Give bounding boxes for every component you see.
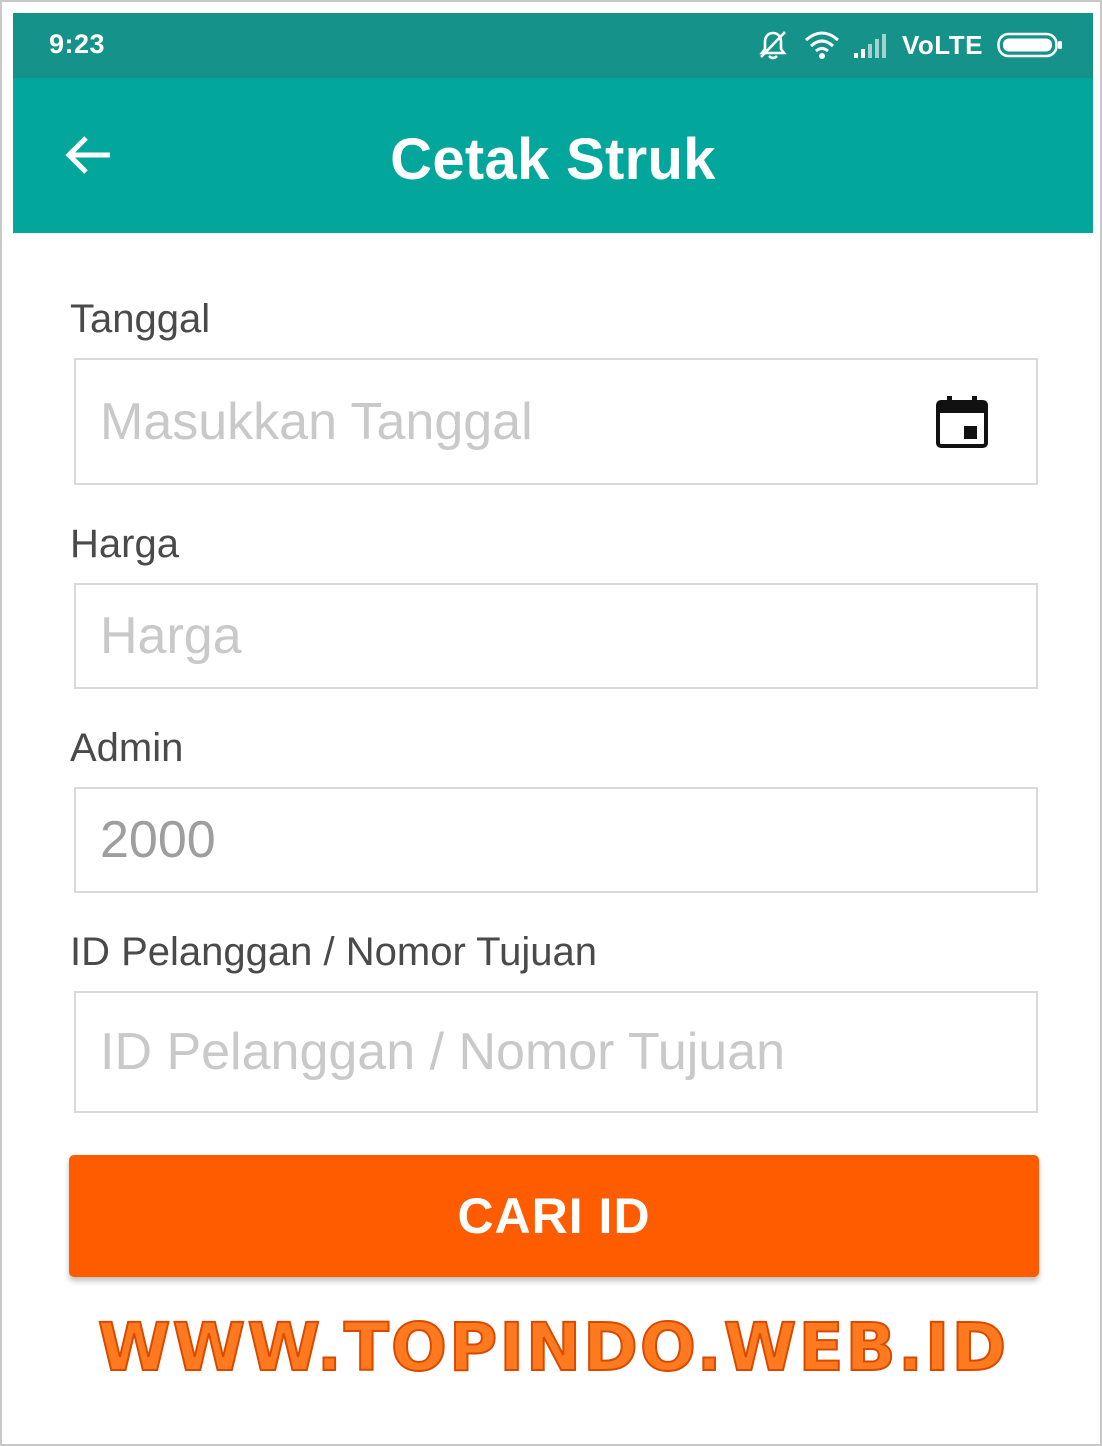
id-pelanggan-label: ID Pelanggan / Nomor Tujuan — [70, 930, 597, 974]
volte-label: VoLTE — [902, 29, 983, 60]
harga-input[interactable] — [100, 585, 920, 687]
signal-icon — [854, 32, 888, 58]
harga-label: Harga — [70, 522, 179, 566]
status-icons: VoLTE — [756, 25, 1063, 65]
admin-input[interactable] — [100, 789, 920, 891]
tanggal-field[interactable] — [74, 358, 1038, 485]
id-pelanggan-field[interactable] — [74, 991, 1038, 1113]
screenshot-frame: 9:23 VoLTE Cetak Struk Tanggal Masukkan … — [0, 0, 1102, 1446]
wifi-icon — [804, 30, 840, 60]
page-title: Cetak Struk — [390, 127, 716, 192]
status-bar: 9:23 VoLTE — [13, 13, 1093, 78]
phone-screen: 9:23 VoLTE Cetak Struk Tanggal Masukkan … — [13, 13, 1093, 1438]
calendar-icon[interactable] — [936, 396, 988, 448]
app-bar: Cetak Struk — [13, 78, 1093, 233]
admin-field[interactable] — [74, 787, 1038, 893]
cari-id-button[interactable]: CARI ID — [69, 1155, 1039, 1277]
harga-field[interactable] — [74, 583, 1038, 689]
status-time: 9:23 — [49, 29, 106, 59]
mute-notification-icon — [756, 28, 790, 62]
admin-label: Admin — [70, 726, 184, 770]
id-pelanggan-input[interactable] — [100, 993, 920, 1111]
tanggal-label: Tanggal — [70, 297, 211, 341]
battery-icon — [997, 32, 1063, 58]
tanggal-input[interactable] — [100, 360, 920, 483]
website-watermark: WWW.TOPINDO.WEB.ID — [97, 1308, 1009, 1387]
